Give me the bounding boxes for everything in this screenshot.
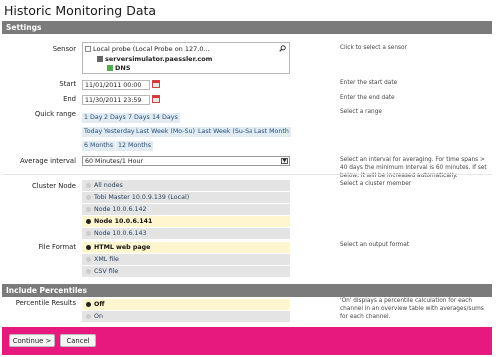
radio-selected-icon	[86, 219, 91, 224]
percentile-option-off[interactable]: Off	[82, 299, 290, 310]
start-label: Start	[59, 80, 76, 88]
sensor-device: serversimulator.paessler.com	[105, 55, 213, 63]
start-hint: Enter the start date	[340, 80, 398, 86]
radio-selected-icon	[86, 302, 91, 307]
sensor-hint: Click to select a sensor	[340, 45, 407, 51]
quick-range-12-months[interactable]: 12 Months	[116, 141, 154, 151]
quick-range-label: Quick range	[34, 110, 76, 118]
cluster-option-all-nodes[interactable]: All nodes	[82, 180, 290, 191]
radio-icon	[86, 207, 91, 212]
average-interval-hint: Select an interval for averaging. For ti…	[340, 157, 487, 179]
sensor-label: Sensor	[52, 45, 76, 53]
status-ok-icon	[107, 65, 113, 71]
probe-icon	[85, 46, 91, 52]
option-label: All nodes	[94, 182, 123, 189]
option-label: Node 10.0.6.142	[94, 206, 147, 213]
continue-button[interactable]: Continue >	[9, 334, 55, 347]
average-interval-select[interactable]: 60 Minutes/1 Hour ▼	[82, 156, 290, 166]
end-hint: Enter the end date	[340, 95, 395, 101]
radio-icon	[86, 269, 91, 274]
start-date-input[interactable]: 11/01/2011 00:00	[82, 80, 150, 90]
format-option-csv[interactable]: CSV file	[82, 266, 290, 277]
option-label: Node 10.0.6.141	[94, 218, 153, 225]
sensor-name: DNS	[115, 64, 131, 72]
quick-range-6-months[interactable]: 6 Months	[82, 141, 116, 151]
end-calendar-icon[interactable]	[152, 95, 160, 103]
option-label: XML file	[94, 256, 119, 263]
radio-icon	[86, 231, 91, 236]
chevron-down-icon[interactable]: ▼	[281, 158, 288, 164]
quick-range-14-days[interactable]: 14 Days	[150, 113, 180, 123]
percentile-option-on[interactable]: On	[82, 311, 290, 322]
end-date-input[interactable]: 11/30/2011 23:59	[82, 95, 150, 105]
cluster-node-label: Cluster Node	[31, 182, 76, 190]
option-label: CSV file	[94, 268, 119, 275]
page-title: Historic Monitoring Data	[4, 3, 157, 18]
cluster-option-node-141[interactable]: Node 10.0.6.141	[82, 216, 290, 227]
percentile-results-hint: 'On' displays a percentile calculation f…	[340, 298, 484, 320]
option-label: Node 10.0.6.143	[94, 230, 147, 237]
cancel-button[interactable]: Cancel	[60, 334, 96, 347]
radio-icon	[86, 314, 91, 319]
start-calendar-icon[interactable]	[152, 80, 160, 88]
divider	[2, 174, 492, 175]
option-label: On	[94, 313, 103, 320]
radio-selected-icon	[86, 245, 91, 250]
file-format-label: File Format	[38, 243, 77, 251]
quick-range-last-month[interactable]: Last Month	[252, 127, 291, 137]
radio-icon	[86, 257, 91, 262]
settings-header: Settings	[2, 21, 492, 34]
option-label: Tobi Master 10.0.9.139 (Local)	[94, 194, 190, 201]
percentile-results-label: Percentile Results	[15, 299, 76, 307]
end-label: End	[63, 95, 76, 103]
radio-icon	[86, 183, 91, 188]
device-icon	[97, 56, 103, 62]
cluster-option-node-143[interactable]: Node 10.0.6.143	[82, 228, 290, 239]
average-interval-label: Average interval	[20, 157, 76, 165]
cluster-option-tobi-master[interactable]: Tobi Master 10.0.9.139 (Local)	[82, 192, 290, 203]
sensor-selector[interactable]: Local probe (Local Probe on 127.0... ser…	[82, 42, 290, 74]
quick-range-hint: Select a range	[340, 109, 382, 115]
cluster-node-hint: Select a cluster member	[340, 181, 412, 187]
radio-icon	[86, 195, 91, 200]
average-interval-value: 60 Minutes/1 Hour	[85, 158, 144, 165]
format-option-html[interactable]: HTML web page	[82, 242, 290, 253]
percentiles-header: Include Percentiles	[2, 284, 492, 297]
option-label: Off	[94, 301, 105, 308]
file-format-hint: Select an output format	[340, 242, 410, 248]
quick-range-last-week-mo-su[interactable]: Last Week (Mo-Su)	[134, 127, 197, 137]
quick-range-yesterday[interactable]: Yesterday	[102, 127, 137, 137]
quick-range-7-days[interactable]: 7 Days	[126, 113, 152, 123]
option-label: HTML web page	[94, 244, 151, 251]
quick-range-last-week-su-sa[interactable]: Last Week (Su-Sa)	[196, 127, 258, 137]
cluster-option-node-142[interactable]: Node 10.0.6.142	[82, 204, 290, 215]
search-icon[interactable]	[279, 45, 286, 52]
quick-range-today[interactable]: Today	[82, 127, 105, 137]
sensor-probe: Local probe (Local Probe on 127.0...	[93, 45, 210, 53]
quick-range-2-days[interactable]: 2 Days	[102, 113, 128, 123]
format-option-xml[interactable]: XML file	[82, 254, 290, 265]
